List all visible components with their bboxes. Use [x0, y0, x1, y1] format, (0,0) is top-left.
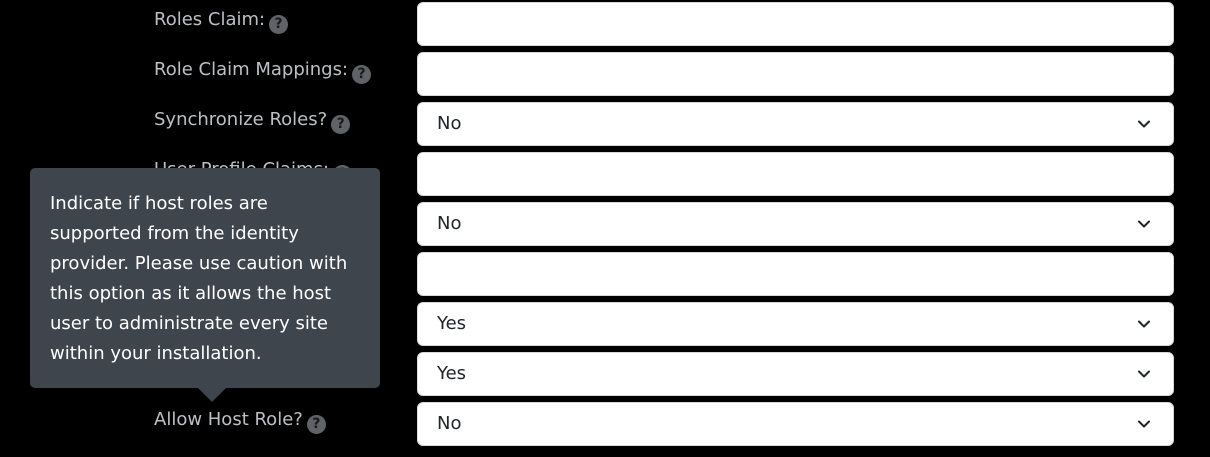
synchronize-roles-row: Synchronize Roles?? No [0, 101, 1210, 147]
settings-form: Roles Claim:? Role Claim Mappings:? Sync… [0, 0, 1210, 457]
help-icon[interactable]: ? [306, 415, 326, 434]
synchronize-roles-label-text: Synchronize Roles? [154, 109, 328, 130]
chevron-down-icon [1138, 120, 1150, 128]
synchronize-roles-select[interactable]: No [417, 102, 1174, 146]
tooltip-arrow [198, 388, 226, 402]
role-claim-mappings-row: Role Claim Mappings:? [0, 51, 1210, 97]
allow-host-role-label: Allow Host Role?? [154, 407, 326, 434]
allow-host-role-value: No [437, 413, 462, 434]
user-profile-claims-input[interactable] [417, 152, 1174, 196]
chevron-down-icon [1138, 370, 1150, 378]
roles-claim-label: Roles Claim:? [154, 7, 289, 34]
help-icon[interactable]: ? [269, 15, 289, 34]
row-7-value: Yes [437, 313, 467, 334]
row-5-select[interactable]: No [417, 202, 1174, 246]
role-claim-mappings-label-text: Role Claim Mappings: [154, 59, 349, 80]
role-claim-mappings-input[interactable] [417, 52, 1174, 96]
synchronize-roles-label: Synchronize Roles?? [154, 107, 351, 134]
row-8-select[interactable]: Yes [417, 352, 1174, 396]
row-7-select[interactable]: Yes [417, 302, 1174, 346]
allow-host-role-select[interactable]: No [417, 402, 1174, 446]
row-6-input[interactable] [417, 252, 1174, 296]
help-icon[interactable]: ? [352, 65, 372, 84]
chevron-down-icon [1138, 220, 1150, 228]
roles-claim-input[interactable] [417, 2, 1174, 46]
chevron-down-icon [1138, 420, 1150, 428]
chevron-down-icon [1138, 320, 1150, 328]
row-8-value: Yes [437, 363, 467, 384]
help-tooltip: Indicate if host roles are supported fro… [30, 168, 380, 402]
role-claim-mappings-label: Role Claim Mappings:? [154, 57, 372, 84]
help-icon[interactable]: ? [331, 115, 351, 134]
allow-host-role-row: Allow Host Role?? No [0, 401, 1210, 447]
row-5-value: No [437, 213, 462, 234]
roles-claim-label-text: Roles Claim: [154, 9, 266, 30]
tooltip-text: Indicate if host roles are supported fro… [50, 193, 348, 364]
allow-host-role-label-text: Allow Host Role? [154, 409, 303, 430]
roles-claim-row: Roles Claim:? [0, 1, 1210, 47]
synchronize-roles-value: No [437, 113, 462, 134]
